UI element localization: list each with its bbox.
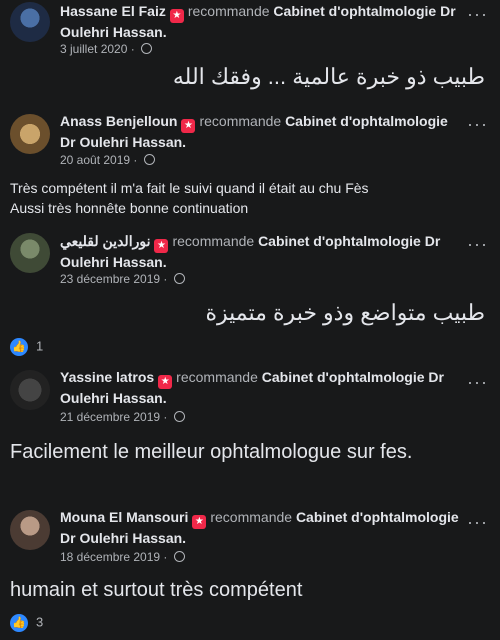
reviewer-name[interactable]: نورالدين لقليعي <box>60 233 150 249</box>
recommend-verb: recommande <box>187 3 270 19</box>
like-thumb-icon: 👍 <box>10 614 28 632</box>
like-count: 3 <box>36 614 44 630</box>
review-meta: 21 décembre 2019 · <box>60 410 185 424</box>
review-text: طبيب متواضع وذو خبرة متميزة <box>205 300 485 325</box>
review-header: نورالدين لقليعي ★ recommande Cabinet d'oph… <box>60 232 460 272</box>
recommend-verb: recommande <box>199 113 282 129</box>
more-options-icon[interactable]: ··· <box>467 4 488 25</box>
avatar[interactable] <box>10 510 50 550</box>
public-globe-icon <box>173 273 185 284</box>
review-header: Mouna El Mansouri ★ recommande Cabinet d'o… <box>60 508 460 548</box>
avatar[interactable] <box>10 233 50 273</box>
more-options-icon[interactable]: ··· <box>467 372 488 393</box>
more-options-icon[interactable]: ··· <box>467 234 488 255</box>
review-date[interactable]: 23 décembre 2019 <box>60 272 160 286</box>
review-date[interactable]: 20 août 2019 <box>60 153 130 167</box>
like-count: 1 <box>36 338 44 354</box>
avatar[interactable] <box>10 114 50 154</box>
review-header: Yassine latros ★ recommande Cabinet d'opht… <box>60 368 460 408</box>
recommend-badge-icon: ★ <box>181 119 196 133</box>
public-globe-icon <box>141 43 153 54</box>
review-meta: 3 juillet 2020 · <box>60 42 153 56</box>
recommend-verb: recommande <box>176 369 258 385</box>
recommend-badge-icon: ★ <box>192 515 207 529</box>
recommend-badge-icon: ★ <box>154 239 169 253</box>
review-header: Hassane El Faiz ★ recommande Cabinet d'oph… <box>60 2 460 42</box>
review-date[interactable]: 18 décembre 2019 <box>60 550 160 564</box>
review-text: Facilement le meilleur ophtalmologue sur… <box>10 441 413 463</box>
reviewer-name[interactable]: Hassane El Faiz <box>60 3 166 19</box>
review-text: humain et surtout très compétent <box>10 579 303 601</box>
review-meta: 20 août 2019 · <box>60 153 155 167</box>
review-date[interactable]: 21 décembre 2019 <box>60 410 160 424</box>
review-text: Très compétent il m'a fait le suivi quan… <box>10 178 490 218</box>
reaction-count[interactable]: 👍 3 <box>10 614 43 632</box>
like-thumb-icon: 👍 <box>10 338 28 356</box>
avatar[interactable] <box>10 370 50 410</box>
more-options-icon[interactable]: ··· <box>467 512 488 533</box>
reviewer-name[interactable]: Anass Benjelloun <box>60 113 177 129</box>
avatar[interactable] <box>10 2 50 42</box>
review-meta: 18 décembre 2019 · <box>60 550 185 564</box>
review-header: Anass Benjelloun ★ recommande Cabinet d'op… <box>60 112 460 152</box>
recommend-badge-icon: ★ <box>169 9 184 23</box>
public-globe-icon <box>173 551 185 562</box>
recommend-badge-icon: ★ <box>158 375 173 389</box>
review-text: طبيب ذو خبرة عالمية ... وفقك الله <box>172 64 485 89</box>
recommend-verb: recommande <box>172 233 255 249</box>
public-globe-icon <box>173 411 185 422</box>
review-date[interactable]: 3 juillet 2020 <box>60 42 127 56</box>
more-options-icon[interactable]: ··· <box>467 114 488 135</box>
review-meta: 23 décembre 2019 · <box>60 272 185 286</box>
reviewer-name[interactable]: Yassine latros <box>60 369 154 385</box>
public-globe-icon <box>143 154 155 165</box>
review-text-line: Aussi très honnête bonne continuation <box>10 200 249 216</box>
reviewer-name[interactable]: Mouna El Mansouri <box>60 509 188 525</box>
review-text-line: Très compétent il m'a fait le suivi quan… <box>10 180 369 196</box>
recommend-verb: recommande <box>210 509 293 525</box>
reaction-count[interactable]: 👍 1 <box>10 338 43 356</box>
